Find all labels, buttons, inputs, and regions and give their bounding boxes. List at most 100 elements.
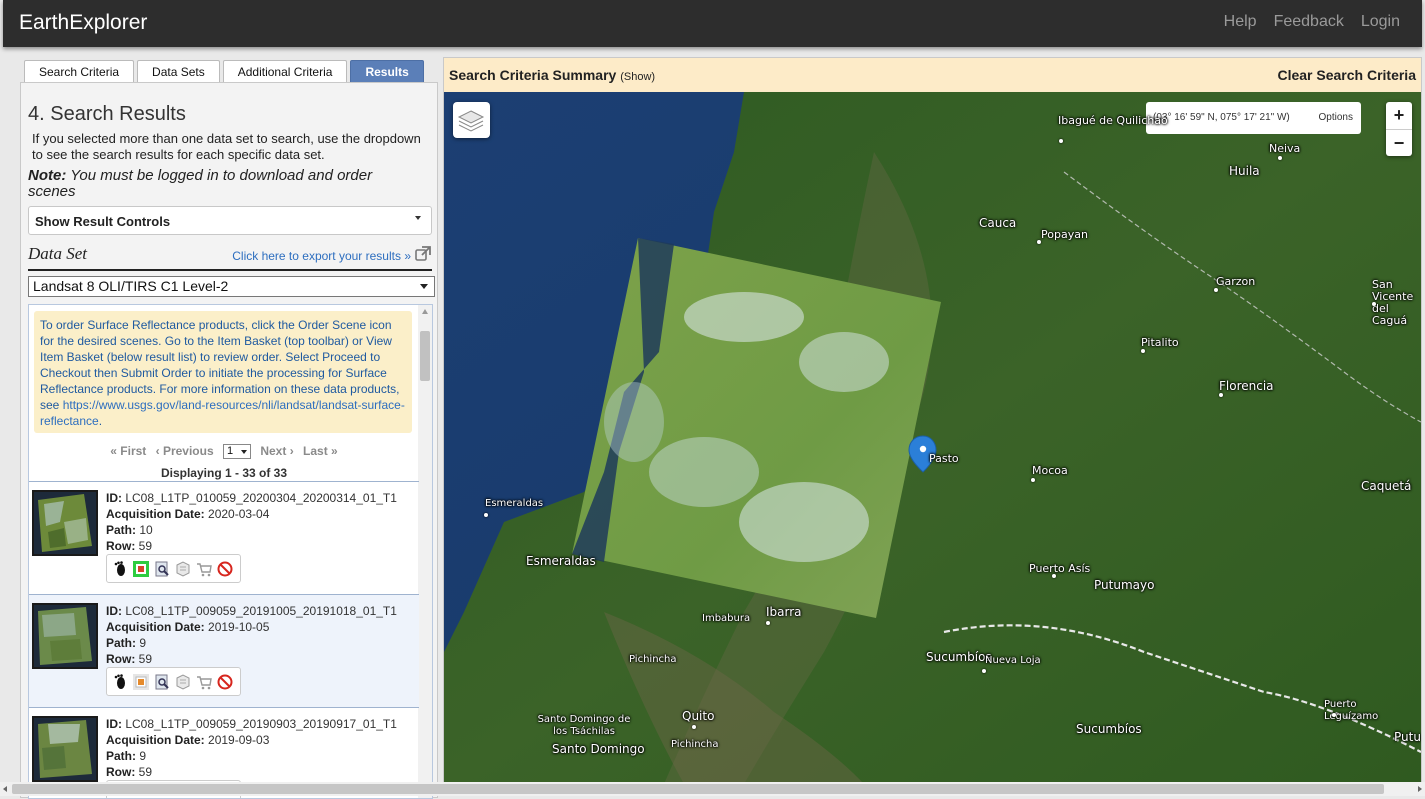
scene-footprint-overlay[interactable] xyxy=(572,238,941,618)
app-title[interactable]: EarthExplorer xyxy=(19,11,147,35)
place-label: Puerto Leguízamo xyxy=(1324,699,1379,722)
scene-thumbnail[interactable] xyxy=(32,603,98,669)
results-scrollbar[interactable] xyxy=(418,305,432,798)
order-cart-icon[interactable] xyxy=(196,674,212,690)
place-label: Pasto xyxy=(929,452,959,465)
summary-show-link[interactable]: (Show) xyxy=(620,71,655,83)
browse-overlay-icon[interactable] xyxy=(133,560,149,577)
notice-end: . xyxy=(98,414,103,428)
clear-search-criteria-button[interactable]: Clear Search Criteria xyxy=(1277,67,1416,83)
place-label: Pichincha xyxy=(671,739,719,750)
external-link-icon[interactable] xyxy=(415,246,431,261)
help-link[interactable]: Help xyxy=(1224,13,1257,31)
layers-button[interactable] xyxy=(453,102,490,138)
export-results-link[interactable]: Click here to export your results » xyxy=(232,249,411,263)
zoom-in-button[interactable]: + xyxy=(1386,102,1412,129)
scroll-left-icon[interactable] xyxy=(3,786,7,792)
row-value: 59 xyxy=(138,539,153,553)
order-cart-icon[interactable] xyxy=(196,561,212,577)
acquisition-date: 2019-10-05 xyxy=(208,620,270,634)
exclude-icon[interactable] xyxy=(217,561,233,577)
browse-overlay-icon[interactable] xyxy=(133,673,149,690)
tab-results[interactable]: Results xyxy=(350,60,424,84)
tab-search-criteria[interactable]: Search Criteria xyxy=(24,60,135,84)
place-label: Neiva xyxy=(1269,142,1301,155)
scene-metadata: ID: LC08_L1TP_009059_20191005_20191018_0… xyxy=(106,603,397,667)
place-label: Ibarra xyxy=(766,605,802,619)
pager-previous[interactable]: ‹ Previous xyxy=(156,444,214,458)
results-list[interactable]: To order Surface Reflectance products, c… xyxy=(28,304,433,799)
bulk-download-icon[interactable] xyxy=(175,560,191,577)
id-label: ID: xyxy=(106,491,122,505)
date-label: Acquisition Date: xyxy=(106,733,205,747)
horizontal-scroll-thumb[interactable] xyxy=(12,784,1384,794)
place-label: Caquetá xyxy=(1361,479,1412,493)
row-label: Row: xyxy=(106,539,136,553)
metadata-icon[interactable] xyxy=(154,674,170,690)
map-panel: Search Criteria Summary (Show) Clear Sea… xyxy=(443,57,1422,785)
left-panel: Search Criteria Data Sets Additional Cri… xyxy=(20,58,438,799)
id-label: ID: xyxy=(106,604,122,618)
pager-last[interactable]: Last » xyxy=(303,444,338,458)
pager-next[interactable]: Next › xyxy=(260,444,293,458)
bulk-download-icon[interactable] xyxy=(175,673,191,690)
results-intro: If you selected more than one data set t… xyxy=(32,131,421,162)
place-label: Pitalito xyxy=(1141,336,1179,349)
scene-id: LC08_L1TP_009059_20191005_20191018_01_T1 xyxy=(125,604,397,618)
exclude-icon[interactable] xyxy=(217,674,233,690)
place-label: Cauca xyxy=(979,216,1017,230)
place-label: San Vicente del Caguá xyxy=(1372,278,1414,327)
summary-title: Search Criteria Summary (Show) xyxy=(449,67,655,83)
date-label: Acquisition Date: xyxy=(106,507,205,521)
scene-thumbnail[interactable] xyxy=(32,716,98,782)
metadata-icon[interactable] xyxy=(154,561,170,577)
result-row: ID: LC08_L1TP_009059_20191005_20191018_0… xyxy=(29,595,419,708)
place-label: Nueva Loja xyxy=(985,655,1041,666)
path-label: Path: xyxy=(106,523,136,537)
scene-thumbnail[interactable] xyxy=(32,490,98,556)
login-note: Note: You must be logged in to download … xyxy=(28,168,423,200)
horizontal-scrollbar[interactable] xyxy=(0,782,1425,796)
scene-id: LC08_L1TP_009059_20190903_20190917_01_T1 xyxy=(125,717,397,731)
scroll-right-icon[interactable] xyxy=(1418,786,1422,792)
show-result-controls-toggle[interactable]: Show Result Controls xyxy=(28,206,432,235)
scroll-up-icon[interactable] xyxy=(422,309,428,314)
coordinate-readout: (03° 16' 59" N, 075° 17' 21" W) Options xyxy=(1146,102,1361,134)
path-label: Path: xyxy=(106,636,136,650)
coordinate-value: (03° 16' 59" N, 075° 17' 21" W) xyxy=(1153,112,1290,123)
date-label: Acquisition Date: xyxy=(106,620,205,634)
results-panel: 4. Search Results If you selected more t… xyxy=(20,82,438,799)
search-criteria-summary-bar: Search Criteria Summary (Show) Clear Sea… xyxy=(444,58,1421,92)
login-link[interactable]: Login xyxy=(1361,13,1400,31)
note-text: You must be logged in to download and or… xyxy=(28,167,373,200)
footprint-icon[interactable] xyxy=(112,560,128,577)
layers-icon xyxy=(457,110,485,132)
place-label: Santo Domingo de los Tsáchilas xyxy=(537,714,631,737)
data-set-select[interactable]: Landsat 8 OLI/TIRS C1 Level-2 xyxy=(28,276,435,297)
city-dot xyxy=(1141,349,1145,353)
page-select[interactable]: 1 xyxy=(223,444,251,460)
top-navigation: Help Feedback Login xyxy=(1224,13,1400,31)
page-select-value: 1 xyxy=(227,445,234,458)
place-label: Putu xyxy=(1394,730,1421,744)
acquisition-date: 2020-03-04 xyxy=(208,507,270,521)
feedback-link[interactable]: Feedback xyxy=(1274,13,1344,31)
scene-metadata: ID: LC08_L1TP_010059_20200304_20200314_0… xyxy=(106,490,397,554)
map-canvas[interactable]: (03° 16' 59" N, 075° 17' 21" W) Options … xyxy=(444,92,1421,784)
footprint-icon[interactable] xyxy=(112,673,128,690)
row-value: 59 xyxy=(138,765,153,779)
map-options-button[interactable]: Options xyxy=(1319,112,1353,123)
chevron-down-icon xyxy=(415,216,421,220)
results-scroll-thumb[interactable] xyxy=(420,331,430,381)
place-label: Sucumbíos xyxy=(1076,722,1142,736)
path-value: 9 xyxy=(139,749,147,763)
tab-data-sets[interactable]: Data Sets xyxy=(137,60,220,84)
zoom-out-button[interactable]: − xyxy=(1386,129,1412,156)
place-label: Pichincha xyxy=(629,654,677,665)
path-value: 10 xyxy=(139,523,153,537)
surface-reflectance-notice: To order Surface Reflectance products, c… xyxy=(34,311,412,433)
pager-first[interactable]: « First xyxy=(110,444,146,458)
data-set-label: Data Set xyxy=(28,244,88,263)
tab-additional-criteria[interactable]: Additional Criteria xyxy=(222,60,348,84)
notice-link[interactable]: https://www.usgs.gov/land-resources/nli/… xyxy=(40,398,405,428)
